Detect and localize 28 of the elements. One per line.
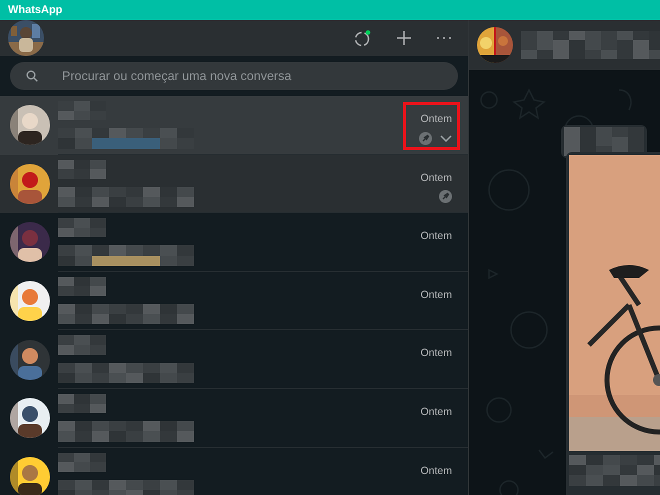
pixelated-text [58,101,106,120]
chevron-down-icon[interactable] [440,134,452,142]
chat-list-item[interactable]: Ontem [0,96,468,155]
pixelated-text [58,452,106,472]
pixelated-text [58,276,106,296]
chat-time: Ontem [420,112,452,127]
new-chat-icon[interactable] [396,30,412,46]
chat-time: Ontem [420,404,452,420]
title-bar: WhatsApp [0,0,660,20]
search-icon [26,70,38,82]
chat-list-item[interactable]: Ontem [0,272,468,330]
chat-list-item[interactable]: Ontem [0,448,468,495]
more-options-icon[interactable] [436,36,452,40]
pixelated-text [58,160,106,179]
chat-time: Ontem [420,229,452,244]
chat-time: Ontem [420,346,452,362]
search-field[interactable]: Procurar ou começar uma nova conversa [10,62,458,90]
chat-time: Ontem [420,170,452,186]
chat-list-item[interactable]: Ontem [0,330,468,389]
chat-time: Ontem [420,288,452,303]
pixelated-text [58,335,106,355]
status-icon[interactable] [354,29,372,47]
chat-list-item[interactable]: Ontem [0,213,468,272]
pixelated-text [58,218,106,238]
chat-list-item[interactable]: Ontem [0,154,468,214]
chat-time: Ontem [420,464,452,479]
chat-list-item[interactable]: Ontem [0,388,468,448]
pixelated-text [58,394,106,414]
